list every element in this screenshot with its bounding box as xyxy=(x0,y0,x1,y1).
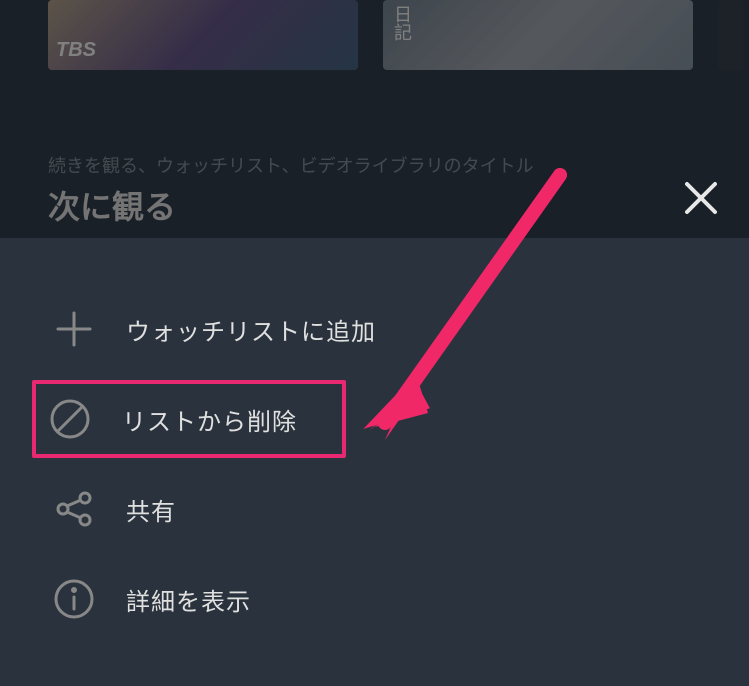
video-thumbnail[interactable] xyxy=(718,0,743,70)
thumbnail-row-top: TBS 日記 xyxy=(0,0,749,70)
add-watchlist-button[interactable]: ウォッチリストに追加 xyxy=(48,290,749,368)
section-subtitle: 続きを観る、ウォッチリスト、ビデオライブラリのタイトル xyxy=(48,152,749,178)
close-icon xyxy=(681,205,721,222)
show-details-button[interactable]: 詳細を表示 xyxy=(48,560,749,638)
menu-item-label: 共有 xyxy=(126,492,176,527)
share-icon xyxy=(52,487,96,531)
remove-list-button[interactable]: リストから削除 xyxy=(32,380,346,458)
section-title: 次に観る xyxy=(48,182,749,228)
section-header: 続きを観る、ウォッチリスト、ビデオライブラリのタイトル 次に観る xyxy=(0,70,749,228)
menu-item-label: 詳細を表示 xyxy=(126,582,251,617)
menu-item-label: リストから削除 xyxy=(122,402,297,437)
close-button[interactable] xyxy=(681,178,721,218)
share-button[interactable]: 共有 xyxy=(48,470,749,548)
video-thumbnail[interactable]: TBS xyxy=(48,0,358,70)
plus-icon xyxy=(52,307,96,351)
info-icon xyxy=(52,577,96,621)
tbs-badge: TBS xyxy=(56,39,96,62)
context-menu: ウォッチリストに追加 リストから削除 共有 xyxy=(0,290,749,650)
nikki-label: 日記 xyxy=(393,5,411,41)
menu-item-label: ウォッチリストに追加 xyxy=(126,312,376,347)
video-thumbnail[interactable]: 日記 xyxy=(383,0,693,70)
block-icon xyxy=(48,397,92,441)
